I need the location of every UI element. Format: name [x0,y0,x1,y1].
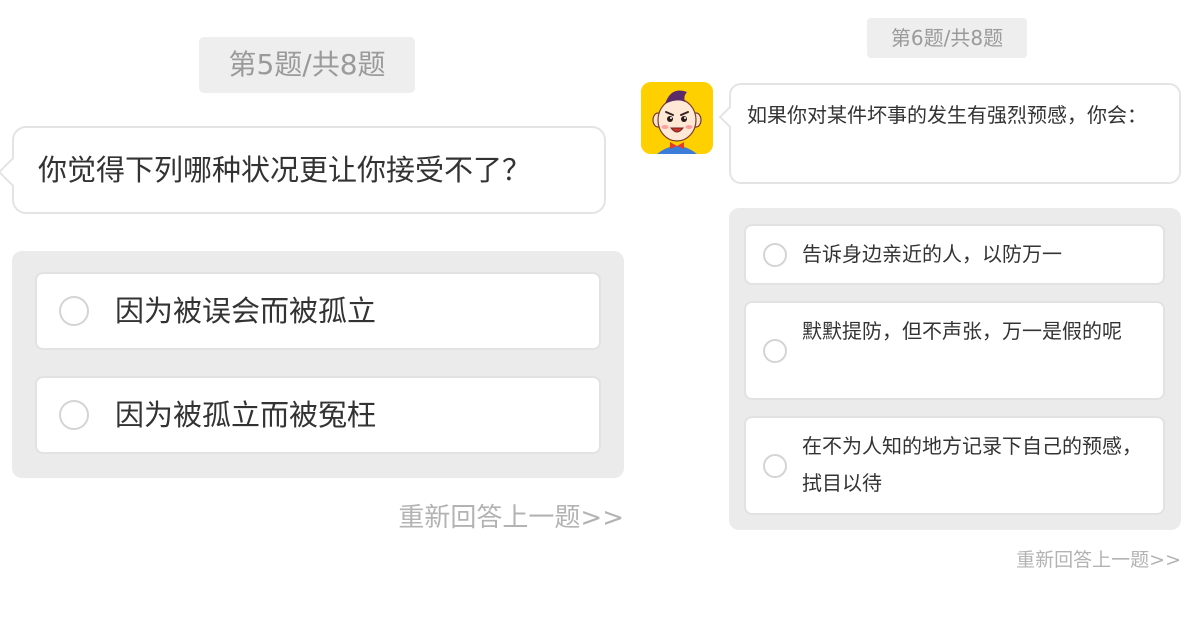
question-progress-label: 第5题/共8题 [199,37,415,93]
question-progress-label: 第6题/共8题 [867,18,1027,58]
answer-option-label: 默默提防，但不声张，万一是假的呢 [802,319,1122,343]
bubble-tail [718,105,742,129]
reanswer-previous-link[interactable]: 重新回答上一题>> [1016,545,1181,572]
answer-option[interactable]: 在不为人知的地方记录下自己的预感，拭目以待 [744,416,1165,515]
reanswer-previous-link[interactable]: 重新回答上一题>> [398,497,624,534]
answer-option-label: 因为被孤立而被冤枉 [115,398,377,432]
answer-options-panel: 因为被误会而被孤立 因为被孤立而被冤枉 [12,251,624,478]
radio-button-icon[interactable] [763,243,787,267]
cartoon-boy-avatar-icon [641,82,713,154]
bubble-tail [0,157,27,187]
answer-option[interactable]: 告诉身边亲近的人，以防万一 [744,224,1165,285]
radio-button-icon[interactable] [763,454,787,478]
answer-option-label: 在不为人知的地方记录下自己的预感，拭目以待 [802,434,1142,495]
answer-options-panel: 告诉身边亲近的人，以防万一 默默提防，但不声张，万一是假的呢 在不为人知的地方记… [729,208,1181,530]
question-text: 如果你对某件坏事的发生有强烈预感，你会： [747,103,1147,127]
radio-button-icon[interactable] [763,339,787,363]
question-text: 你觉得下列哪种状况更让你接受不了？ [38,153,532,187]
answer-option[interactable]: 默默提防，但不声张，万一是假的呢 [744,301,1165,400]
radio-button-icon[interactable] [59,296,89,326]
radio-button-icon[interactable] [59,400,89,430]
answer-option-label: 因为被误会而被孤立 [115,294,377,328]
question-bubble: 你觉得下列哪种状况更让你接受不了？ [0,126,606,214]
answer-option[interactable]: 因为被误会而被孤立 [35,272,601,350]
answer-option-label: 告诉身边亲近的人，以防万一 [802,242,1062,266]
answer-option[interactable]: 因为被孤立而被冤枉 [35,376,601,454]
question-bubble: 如果你对某件坏事的发生有强烈预感，你会： [718,83,1181,184]
